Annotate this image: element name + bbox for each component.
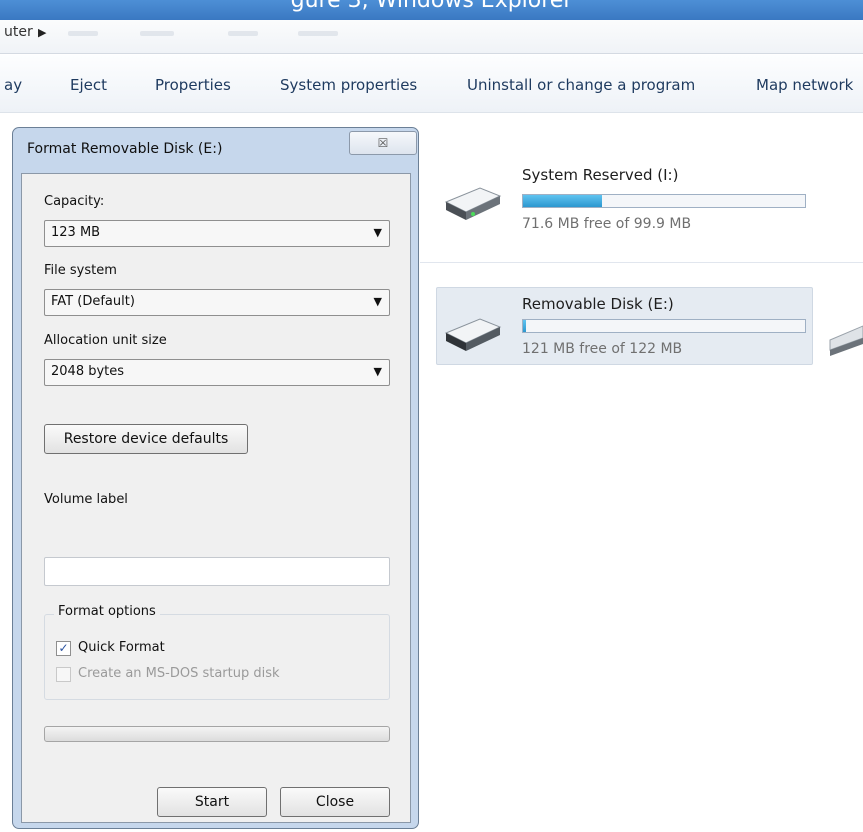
blurred-crumb (140, 31, 174, 36)
dialog-title: Format Removable Disk (E:) (27, 141, 223, 157)
capacity-label: Capacity: (44, 194, 105, 209)
blurred-crumb (298, 31, 338, 36)
command-map-network[interactable]: Map network (756, 76, 853, 94)
msdos-startup-checkbox[interactable] (56, 667, 71, 682)
format-options-legend: Format options (54, 604, 160, 619)
hard-drive-icon (444, 187, 502, 220)
breadcrumb-arrow-icon[interactable]: ▶ (38, 26, 46, 39)
format-options-group (44, 614, 390, 700)
drive-name: Removable Disk (E:) (522, 295, 674, 313)
drive-usage-fill (523, 320, 526, 332)
drive-usage-bar (522, 319, 806, 333)
drive-free-space: 71.6 MB free of 99.9 MB (522, 216, 692, 232)
dialog-body: Capacity: 123 MB ▼ File system FAT (Defa… (21, 173, 411, 823)
capacity-select[interactable]: 123 MB ▼ (44, 220, 390, 247)
format-progress-bar (44, 726, 390, 742)
hard-drive-icon[interactable] (826, 322, 863, 362)
volume-label-input[interactable] (44, 557, 390, 586)
blurred-crumb (68, 31, 98, 36)
window-title-bar: gure 3, Windows Explorer (0, 0, 863, 20)
allocation-value: 2048 bytes (51, 364, 125, 379)
command-uninstall-program[interactable]: Uninstall or change a program (467, 76, 695, 94)
removable-drive-icon (444, 318, 502, 351)
msdos-startup-label: Create an MS-DOS startup disk (78, 666, 280, 681)
breadcrumb-computer[interactable]: uter (4, 24, 33, 40)
file-system-label: File system (44, 263, 117, 278)
start-button[interactable]: Start (157, 787, 267, 817)
quick-format-label[interactable]: Quick Format (78, 640, 165, 655)
chevron-down-icon: ▼ (373, 365, 382, 378)
chevron-down-icon: ▼ (373, 226, 382, 239)
drive-removable-disk[interactable]: Removable Disk (E:) 121 MB free of 122 M… (436, 287, 813, 365)
drive-usage-bar (522, 194, 806, 208)
command-bar: ay Eject Properties System properties Un… (0, 55, 863, 113)
group-divider (420, 262, 863, 263)
blurred-crumb (228, 31, 258, 36)
volume-label-text: Volume label (44, 492, 128, 507)
drive-name: System Reserved (I:) (522, 166, 679, 184)
command-system-properties[interactable]: System properties (280, 76, 417, 94)
file-system-value: FAT (Default) (51, 294, 135, 309)
drive-system-reserved[interactable]: System Reserved (I:) 71.6 MB free of 99.… (436, 160, 813, 240)
format-dialog: Format Removable Disk (E:) ☒ Capacity: 1… (12, 127, 419, 829)
command-eject[interactable]: Eject (70, 76, 107, 94)
chevron-down-icon: ▼ (373, 295, 382, 308)
window-caption: gure 3, Windows Explorer (290, 0, 573, 13)
command-properties[interactable]: Properties (155, 76, 231, 94)
restore-defaults-button[interactable]: Restore device defaults (44, 424, 248, 454)
close-button[interactable]: Close (280, 787, 390, 817)
allocation-label: Allocation unit size (44, 333, 167, 348)
drive-free-space: 121 MB free of 122 MB (522, 341, 683, 357)
quick-format-checkbox[interactable]: ✓ (56, 641, 71, 656)
close-icon[interactable]: ☒ (349, 131, 417, 155)
drive-usage-fill (523, 195, 602, 207)
address-bar[interactable]: uter ▶ (0, 20, 863, 54)
capacity-value: 123 MB (51, 225, 101, 240)
command-autoplay[interactable]: ay (4, 76, 22, 94)
file-system-select[interactable]: FAT (Default) ▼ (44, 289, 390, 316)
allocation-select[interactable]: 2048 bytes ▼ (44, 359, 390, 386)
